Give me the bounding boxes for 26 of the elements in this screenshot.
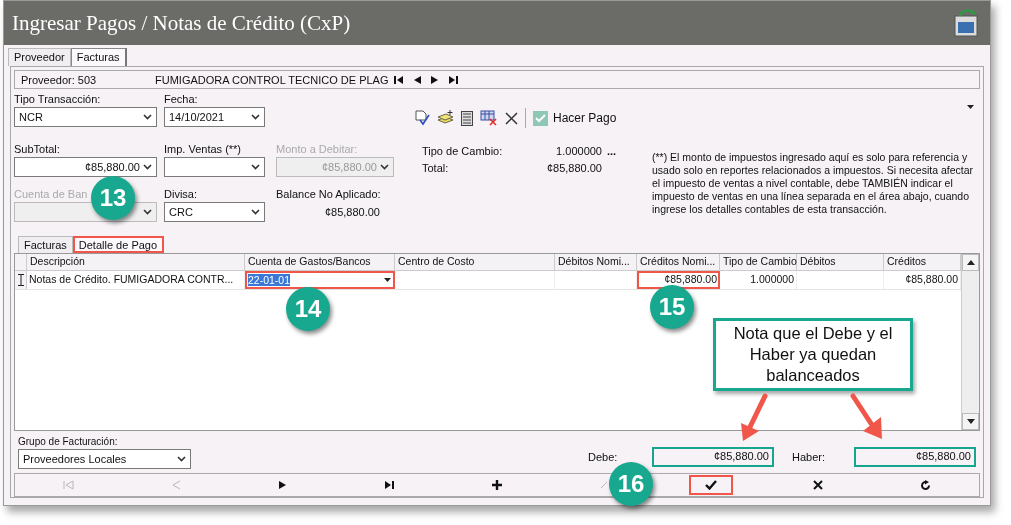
table-cell: ¢85,880.00: [637, 271, 720, 289]
field-label: Imp. Ventas (**): [164, 143, 242, 155]
field-label: Haber:: [792, 451, 827, 463]
field-label: Grupo de Facturación:: [18, 436, 119, 447]
tax-note: (**) El monto de impuestos ingresado aquí es solo para referencia y usado solo en reportes relacionados a impuestos. Si necesita afectar el impuesto de ventas a nivel contable, debe TAMBIÉN indicar el impuesto de ventas en una línea separada en el área abajo, cuando ingrese los detalles contables de esta transacción.: [652, 150, 975, 217]
field-label: Balance No Aplicado:: [276, 188, 382, 200]
provider-name: FUMIGADORA CONTROL TECNICO DE PLAG: [155, 73, 389, 86]
table-cell: Notas de Crédito. FUMIGADORA CONTR...: [27, 271, 245, 289]
credit-total-field: ¢85,880.00: [854, 447, 976, 467]
field-label: Divisa:: [164, 188, 197, 200]
callout-note: Nota que el Debe y el Haber ya quedan balanceados: [713, 318, 913, 391]
field-label: Debe:: [588, 451, 619, 463]
field-label: Tipo Transacción:: [14, 93, 101, 105]
provider-label: Proveedor: 503: [21, 73, 98, 86]
field-label: Fecha:: [164, 93, 198, 105]
field-label: Cuenta de Ban: [14, 188, 88, 200]
field-label: SubTotal:: [14, 143, 60, 155]
table-cell: 1.000000: [720, 271, 797, 289]
field-label: Total:: [422, 162, 450, 174]
field-label: Tipo de Cambio:: [422, 145, 504, 157]
window-title: Ingresar Pagos / Notas de Crédito (CxP): [12, 10, 351, 36]
exchange-rate-value: 1.000000: [555, 145, 602, 157]
debit-total-field: ¢85,880.00: [652, 447, 774, 467]
balance-value: ¢85,880.00: [323, 206, 380, 218]
field-label: Monto a Debitar:: [276, 143, 358, 155]
total-value: ¢85,880.00: [545, 162, 602, 174]
